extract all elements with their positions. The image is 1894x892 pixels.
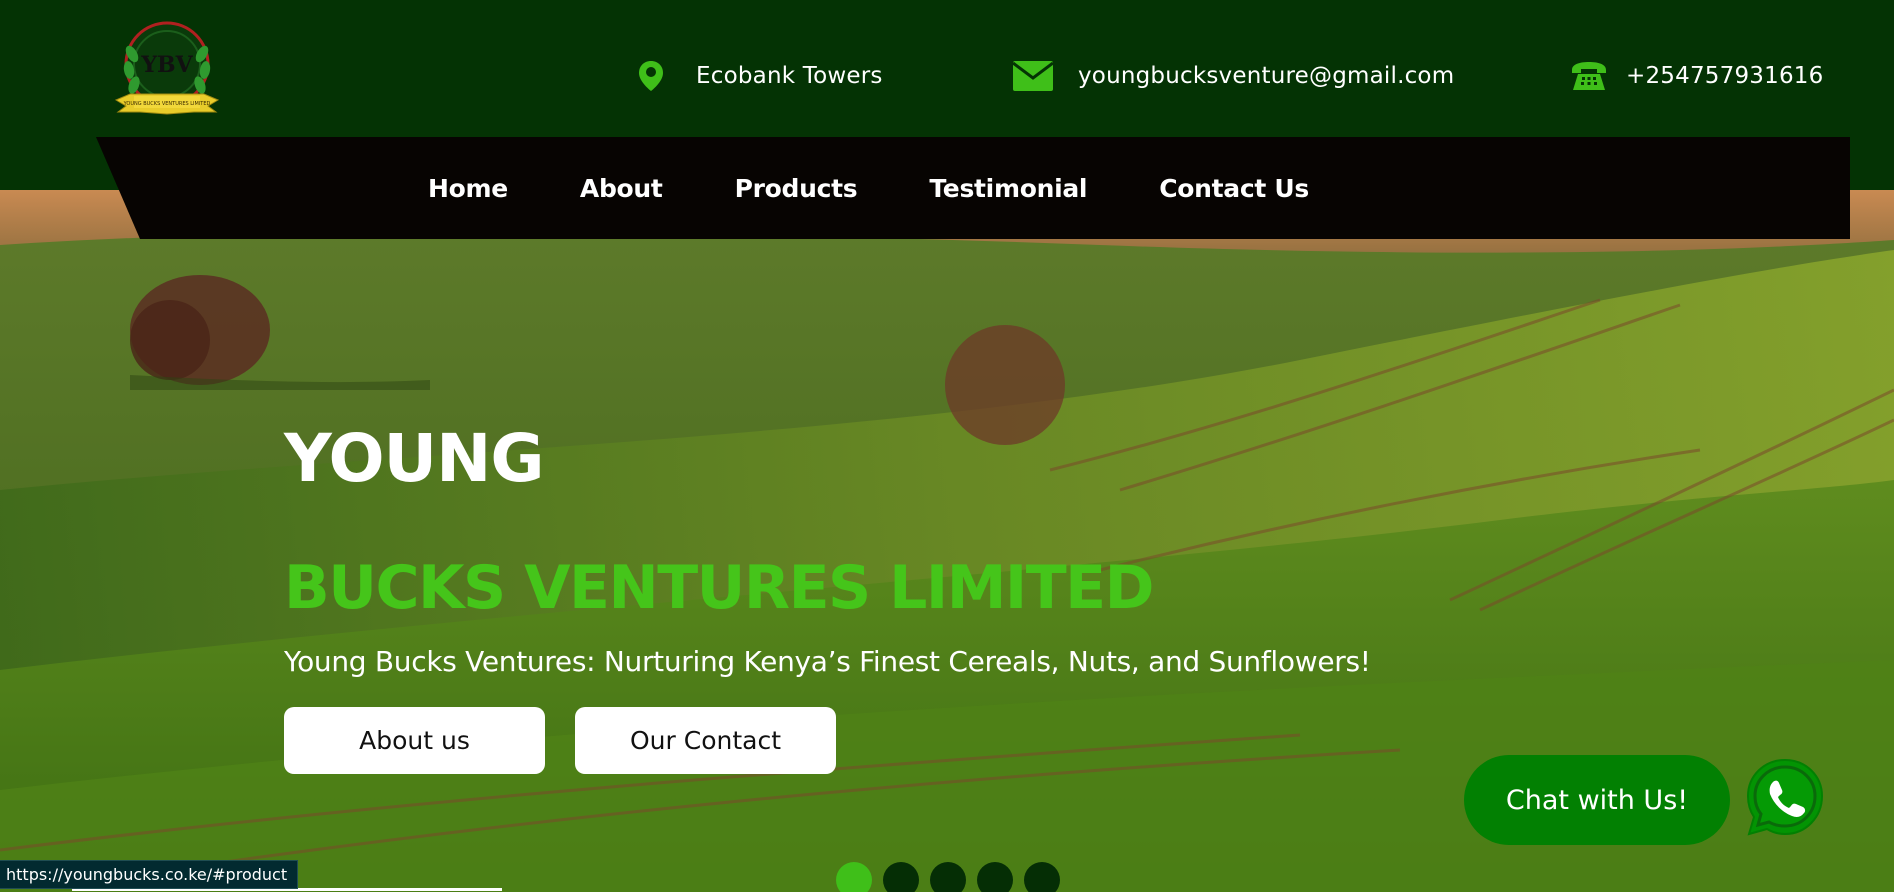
hero-subtitle: BUCKS VENTURES LIMITED [284,553,1154,623]
phone-text[interactable]: +254757931616 [1626,63,1823,89]
phone-info[interactable]: +254757931616 [1570,55,1823,97]
hero-title: YOUNG [284,420,545,497]
nav-about[interactable]: About [580,174,663,203]
svg-text:YOUNG BUCKS VENTURES LIMITED: YOUNG BUCKS VENTURES LIMITED [123,101,211,107]
location-text: Ecobank Towers [696,63,883,89]
nav-contact-us[interactable]: Contact Us [1159,174,1309,203]
telephone-icon [1570,60,1608,92]
link-preview-status-bar: https://youngbucks.co.ke/#product [0,860,299,889]
our-contact-button[interactable]: Our Contact [575,707,836,774]
page: YBV YOUNG BUCKS VENTURES LIMITED Ecobank… [0,0,1894,892]
nav-products[interactable]: Products [735,174,858,203]
slider-dot-2[interactable] [883,862,919,892]
chat-with-us-button[interactable]: Chat with Us! [1464,755,1730,845]
logo-text: YBV [140,52,193,78]
nav-links: Home About Products Testimonial Contact … [428,137,1381,239]
location-info: Ecobank Towers [636,55,883,97]
slider-dot-1[interactable] [836,862,872,892]
about-us-button[interactable]: About us [284,707,545,774]
nav-testimonial[interactable]: Testimonial [929,174,1087,203]
slider-dot-5[interactable] [1024,862,1060,892]
nav-home[interactable]: Home [428,174,508,203]
hero-tagline: Young Bucks Ventures: Nurturing Kenya’s … [284,645,1371,678]
slider-dot-3[interactable] [930,862,966,892]
logo-emblem: YBV YOUNG BUCKS VENTURES LIMITED [114,21,220,115]
envelope-icon [1012,61,1054,91]
slider-dot-4[interactable] [977,862,1013,892]
whatsapp-icon[interactable] [1742,754,1828,840]
slider-dots [836,862,1071,892]
email-info[interactable]: youngbucksventure@gmail.com [1012,55,1454,97]
main-navigation: Home About Products Testimonial Contact … [96,137,1850,239]
email-text[interactable]: youngbucksventure@gmail.com [1078,63,1454,89]
company-logo[interactable]: YBV YOUNG BUCKS VENTURES LIMITED [112,14,222,122]
map-pin-icon [636,60,666,92]
